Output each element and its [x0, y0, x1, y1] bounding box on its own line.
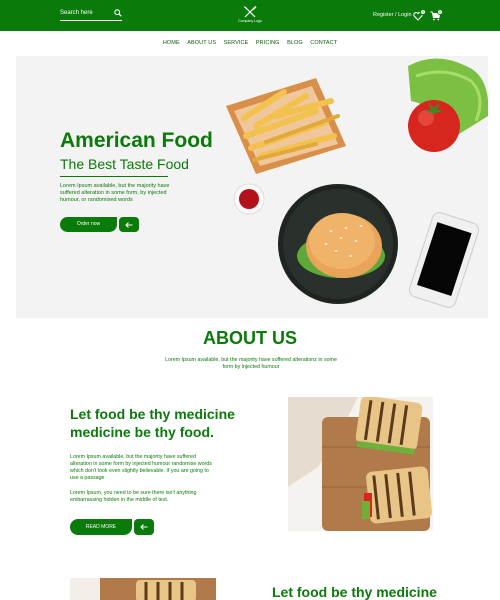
section-title: Let food be thy medicine medicine be thy…: [70, 406, 235, 440]
read-more-arrow-button[interactable]: [134, 519, 154, 535]
sandwich-image-2: [70, 578, 216, 600]
fries-box-image: [226, 78, 346, 174]
register-login-link[interactable]: Register / Login: [373, 12, 412, 18]
smartphone-image: [408, 212, 480, 308]
read-more-button[interactable]: READ MORE: [70, 519, 132, 535]
read-more-label: READ MORE: [85, 524, 117, 530]
section-paragraph-2: Lorem Ipsum, you need to be sure there i…: [70, 490, 197, 503]
grilled-sandwich-bottom: [362, 466, 432, 524]
hero-description: Lorem Ipsum available, but the majority …: [60, 183, 170, 203]
cart-count-badge: 0: [437, 9, 443, 15]
search-icon[interactable]: [114, 9, 122, 17]
logo-text: Company Logo: [238, 19, 262, 23]
top-bar: Search here Company Logo Register / Logi…: [0, 0, 500, 31]
nav-item-pricing[interactable]: PRICING: [256, 40, 280, 46]
hero-arrow-button[interactable]: [119, 217, 139, 232]
arrow-left-icon: [125, 221, 133, 228]
nav-item-home[interactable]: HOME: [163, 40, 180, 46]
fork-knife-icon: [243, 6, 257, 18]
ketchup-bowl-image: [233, 183, 265, 215]
hero-title: American Food: [60, 129, 213, 152]
nav-item-contact[interactable]: CONTACT: [310, 40, 337, 46]
burger-plate-image: [278, 184, 398, 304]
nav-item-service[interactable]: SERVICE: [224, 40, 249, 46]
tomato-image: [408, 100, 460, 152]
wishlist-count-badge: 0: [420, 9, 426, 15]
nav-item-blog[interactable]: BLOG: [287, 40, 303, 46]
section2-title: Let food be thy medicine: [272, 584, 437, 600]
order-now-label: Order now: [76, 221, 101, 227]
section-paragraph-1: Lorem Ipsum available, but the majority …: [70, 454, 212, 481]
main-nav: HOME ABOUT US SERVICE PRICING BLOG CONTA…: [0, 40, 500, 46]
search-input[interactable]: Search here: [60, 10, 93, 16]
order-now-button[interactable]: Order now: [60, 217, 117, 232]
nav-item-about-us[interactable]: ABOUT US: [187, 40, 216, 46]
arrow-left-icon: [140, 524, 148, 530]
hero-subtitle: The Best Taste Food: [60, 156, 189, 172]
grilled-sandwich-top: [355, 397, 423, 455]
sandwich-image: [288, 397, 433, 531]
company-logo[interactable]: Company Logo: [236, 6, 264, 26]
about-description: Lorem Ipsum available, but the majority …: [165, 357, 337, 370]
search-field[interactable]: Search here: [60, 9, 122, 21]
about-title: ABOUT US: [203, 328, 297, 348]
hero-divider: [60, 176, 168, 177]
hero-banner: American Food The Best Taste Food Lorem …: [16, 56, 488, 318]
